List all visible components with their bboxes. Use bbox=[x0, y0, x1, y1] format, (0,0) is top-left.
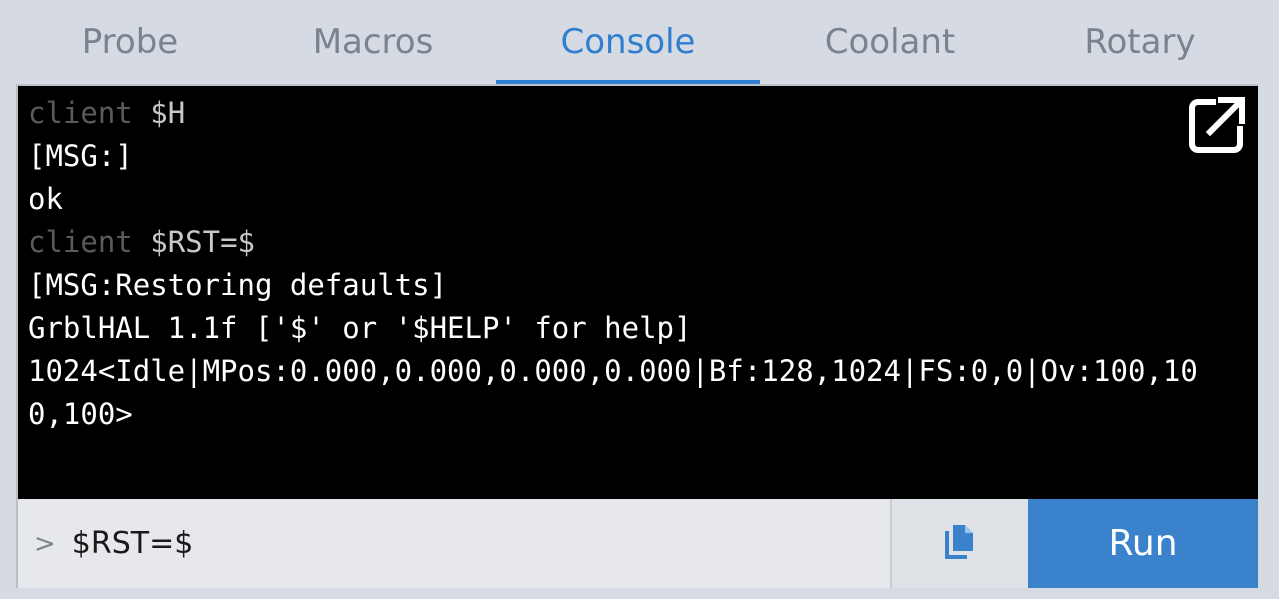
tab-label: Macros bbox=[312, 22, 434, 62]
tab-console[interactable]: Console bbox=[496, 0, 760, 84]
client-command: $H bbox=[150, 96, 186, 130]
command-input-wrapper: > bbox=[18, 499, 892, 588]
client-tag: client bbox=[28, 225, 133, 259]
console-line: client $H bbox=[28, 92, 1230, 135]
open-in-new-icon[interactable] bbox=[1188, 96, 1246, 154]
console-line: [MSG:] bbox=[28, 139, 133, 173]
console-panel: client $H [MSG:] ok client $RST=$ [MSG:R… bbox=[16, 84, 1258, 588]
console-line: 1024<Idle|MPos:0.000,0.000,0.000,0.000|B… bbox=[28, 354, 1198, 431]
tab-bar: Probe Macros Console Coolant Rotary bbox=[0, 0, 1279, 84]
console-line: ok bbox=[28, 182, 63, 216]
command-input[interactable] bbox=[71, 526, 832, 561]
prompt-symbol: > bbox=[34, 528, 56, 559]
run-button[interactable]: Run bbox=[1028, 499, 1258, 588]
tab-label: Probe bbox=[81, 22, 179, 62]
tab-label: Console bbox=[560, 22, 696, 62]
copy-button[interactable] bbox=[892, 499, 1028, 588]
tab-label: Coolant bbox=[824, 22, 956, 62]
tab-macros[interactable]: Macros bbox=[243, 0, 503, 84]
tab-label: Rotary bbox=[1084, 22, 1196, 62]
copy-icon bbox=[943, 523, 977, 565]
console-line: client $RST=$ bbox=[28, 221, 1230, 264]
client-tag: client bbox=[28, 96, 133, 130]
tab-probe[interactable]: Probe bbox=[0, 0, 260, 84]
console-line: GrblHAL 1.1f ['$' or '$HELP' for help] bbox=[28, 311, 692, 345]
command-bar: > Run bbox=[18, 499, 1258, 588]
client-command: $RST=$ bbox=[150, 225, 255, 259]
console-line: [MSG:Restoring defaults] bbox=[28, 268, 448, 302]
tab-coolant[interactable]: Coolant bbox=[760, 0, 1020, 84]
console-output[interactable]: client $H [MSG:] ok client $RST=$ [MSG:R… bbox=[18, 86, 1258, 499]
tab-rotary[interactable]: Rotary bbox=[1010, 0, 1270, 84]
